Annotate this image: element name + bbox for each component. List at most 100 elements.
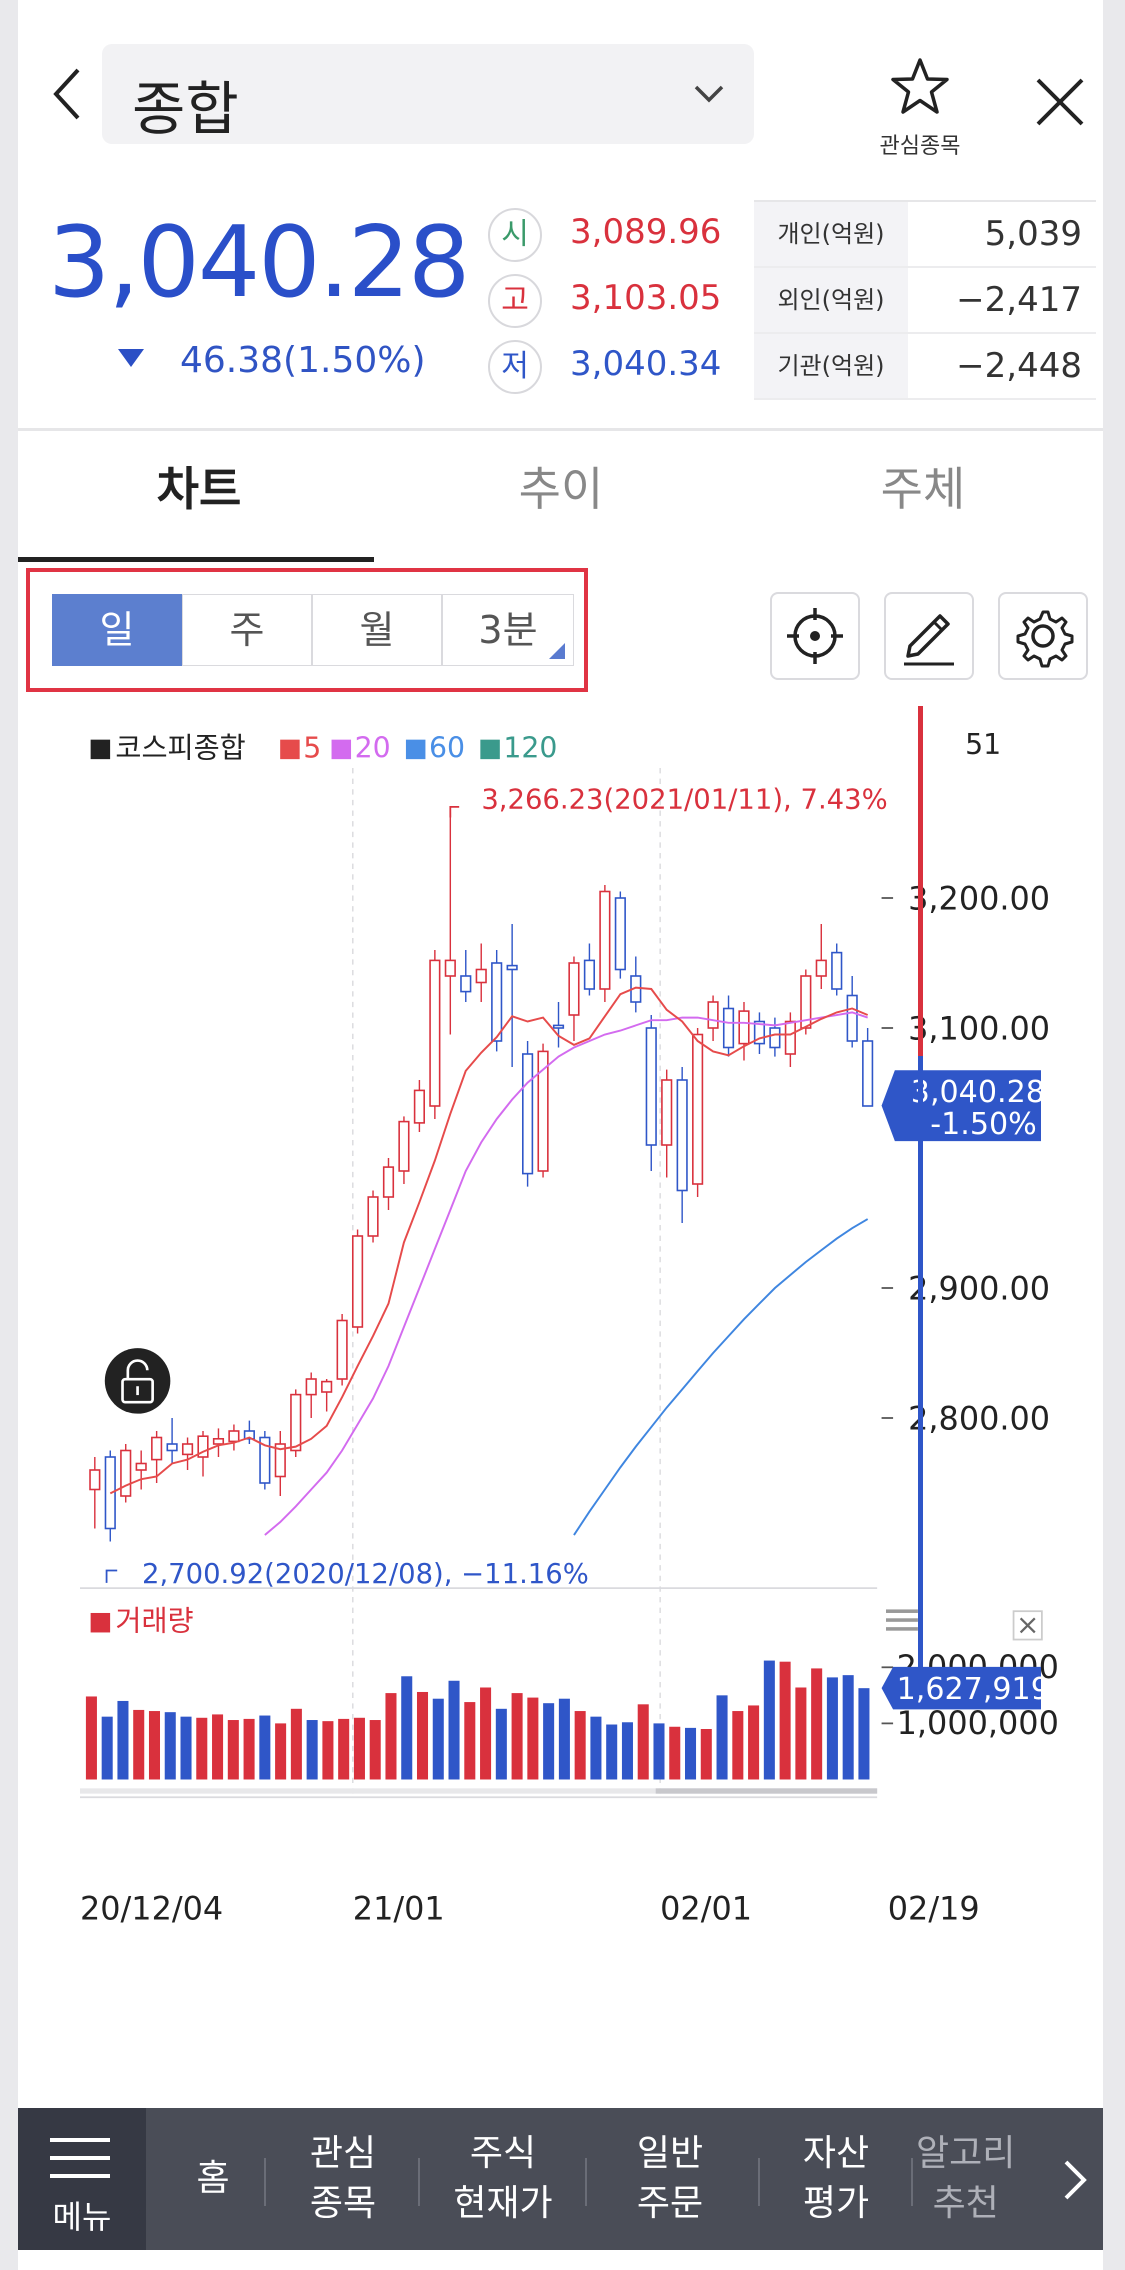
tab-trend[interactable]: 추이 <box>380 431 742 561</box>
candle-body <box>506 964 518 971</box>
chart-lock-button[interactable] <box>104 1348 171 1414</box>
legend-item: 5 <box>303 731 321 764</box>
volume-bar <box>212 1714 224 1780</box>
chart-annotations: 3,266.23(2021/01/11), 7.43% 2,700.92(202… <box>105 785 888 1590</box>
volume-bar <box>763 1660 775 1780</box>
nav-asset[interactable]: 자산 평가 <box>763 2108 909 2250</box>
index-selector[interactable]: 종합 <box>102 44 754 144</box>
volume-menu-icon[interactable] <box>886 1609 918 1631</box>
x-axis-label: 02/01 <box>660 1889 752 1927</box>
candle-body <box>784 1020 796 1055</box>
nav-home[interactable]: 홈 <box>158 2108 268 2250</box>
candle-body <box>89 1469 101 1491</box>
tab-bar: 차트 추이 주체 <box>18 431 1103 561</box>
volume-bar <box>401 1676 413 1780</box>
hamburger-icon <box>50 2138 110 2178</box>
nav-next-button[interactable] <box>1048 2108 1103 2250</box>
candle-body <box>769 1027 781 1049</box>
favorite-button[interactable]: 관심종목 <box>880 48 960 159</box>
chart-scroll-thumb[interactable] <box>655 1788 878 1794</box>
current-price: 3,040.28 <box>48 206 470 320</box>
investor-row-foreign: 외인(억원) −2,417 <box>754 268 1096 334</box>
candle-body <box>491 962 503 1042</box>
volume-bar <box>416 1691 429 1780</box>
investor-row-individual: 개인(억원) 5,039 <box>754 202 1096 268</box>
ma60-line <box>573 1218 869 1536</box>
period-minute-label: 3분 <box>478 608 538 652</box>
current-price-tag-pct: -1.50% <box>930 1107 1037 1142</box>
low-value: 3,040.34 <box>570 344 722 384</box>
candle-body <box>846 994 858 1042</box>
tab-subject[interactable]: 주체 <box>742 431 1103 561</box>
chevron-left-icon <box>53 68 80 120</box>
investor-value: −2,448 <box>956 346 1082 386</box>
candle-body <box>661 1079 673 1146</box>
nav-separator <box>264 2158 266 2206</box>
chart-settings-button[interactable] <box>998 592 1088 680</box>
volume-close-button[interactable] <box>1012 1610 1043 1641</box>
volume-bar <box>432 1698 444 1780</box>
down-range-bar <box>918 1056 923 1691</box>
menu-label: 메뉴 <box>52 2198 112 2236</box>
favorite-label: 관심종목 <box>879 134 961 159</box>
close-button[interactable] <box>1034 76 1086 128</box>
candle-body <box>645 1027 657 1146</box>
high-badge: 고 <box>488 274 542 328</box>
candle-body <box>212 1438 225 1445</box>
high-price: 고 3,103.05 <box>488 274 728 328</box>
volume-bar <box>669 1726 681 1780</box>
candle-body <box>599 890 611 990</box>
candle-body <box>738 1010 750 1045</box>
volume-bar <box>779 1661 791 1780</box>
nav-watchlist[interactable]: 관심 종목 <box>270 2108 416 2250</box>
menu-button[interactable]: 메뉴 <box>18 2108 146 2250</box>
candle-body <box>475 968 487 984</box>
period-day[interactable]: 일 <box>52 594 182 666</box>
candle-body <box>367 1196 379 1237</box>
gear-icon <box>1016 610 1074 668</box>
period-minute[interactable]: 3분 <box>442 594 574 666</box>
open-badge: 시 <box>488 208 542 262</box>
volume-bar <box>685 1727 697 1780</box>
volume-bar <box>716 1695 728 1780</box>
right-frame <box>1103 0 1125 2270</box>
volume-bar <box>558 1698 570 1780</box>
down-triangle-icon <box>118 349 144 367</box>
back-button[interactable] <box>46 64 90 124</box>
candle-body <box>413 1089 425 1124</box>
tab-chart[interactable]: 차트 <box>18 431 380 561</box>
period-week[interactable]: 주 <box>182 594 312 666</box>
candle-body <box>815 959 827 977</box>
draw-button[interactable] <box>884 592 974 680</box>
volume-bar <box>196 1717 208 1780</box>
volume-bar <box>353 1717 365 1780</box>
crosshair-button[interactable] <box>770 592 860 680</box>
moving-averages <box>109 986 869 1536</box>
price-axis: 3,200.00 3,100.00 2,900.00 2,800.00 <box>881 880 1050 1438</box>
candle-body <box>135 1462 147 1471</box>
nav-separator <box>911 2158 913 2206</box>
chart-grid <box>352 768 661 1798</box>
candle-body <box>151 1436 163 1461</box>
legend-swatch <box>280 739 300 760</box>
nav-order[interactable]: 일반 주문 <box>590 2108 750 2250</box>
nav-separator <box>418 2158 420 2206</box>
volume-bar <box>527 1697 539 1780</box>
nav-algo[interactable]: 알고리 추천 <box>916 2108 1046 2250</box>
star-icon <box>891 58 949 114</box>
candle-body <box>228 1430 240 1443</box>
legend-item: 20 <box>355 731 391 764</box>
candle-body <box>692 1033 704 1185</box>
price-chart[interactable]: 코스피종합 5 20 60 120 51 3,200.00 3,100.00 2,9… <box>18 706 1103 1946</box>
volume-bar <box>101 1716 113 1780</box>
legend-swatch <box>90 1612 111 1633</box>
nav-stock-price[interactable]: 주식 현재가 <box>423 2108 583 2250</box>
legend-swatch <box>405 739 426 760</box>
corner-triangle-icon <box>549 643 565 659</box>
candlesticks <box>89 812 874 1542</box>
legend-swatch <box>480 739 500 760</box>
volume-bars <box>85 1660 870 1780</box>
period-month[interactable]: 월 <box>312 594 442 666</box>
candle-body <box>305 1378 317 1396</box>
x-axis-label: 21/01 <box>353 1889 445 1927</box>
